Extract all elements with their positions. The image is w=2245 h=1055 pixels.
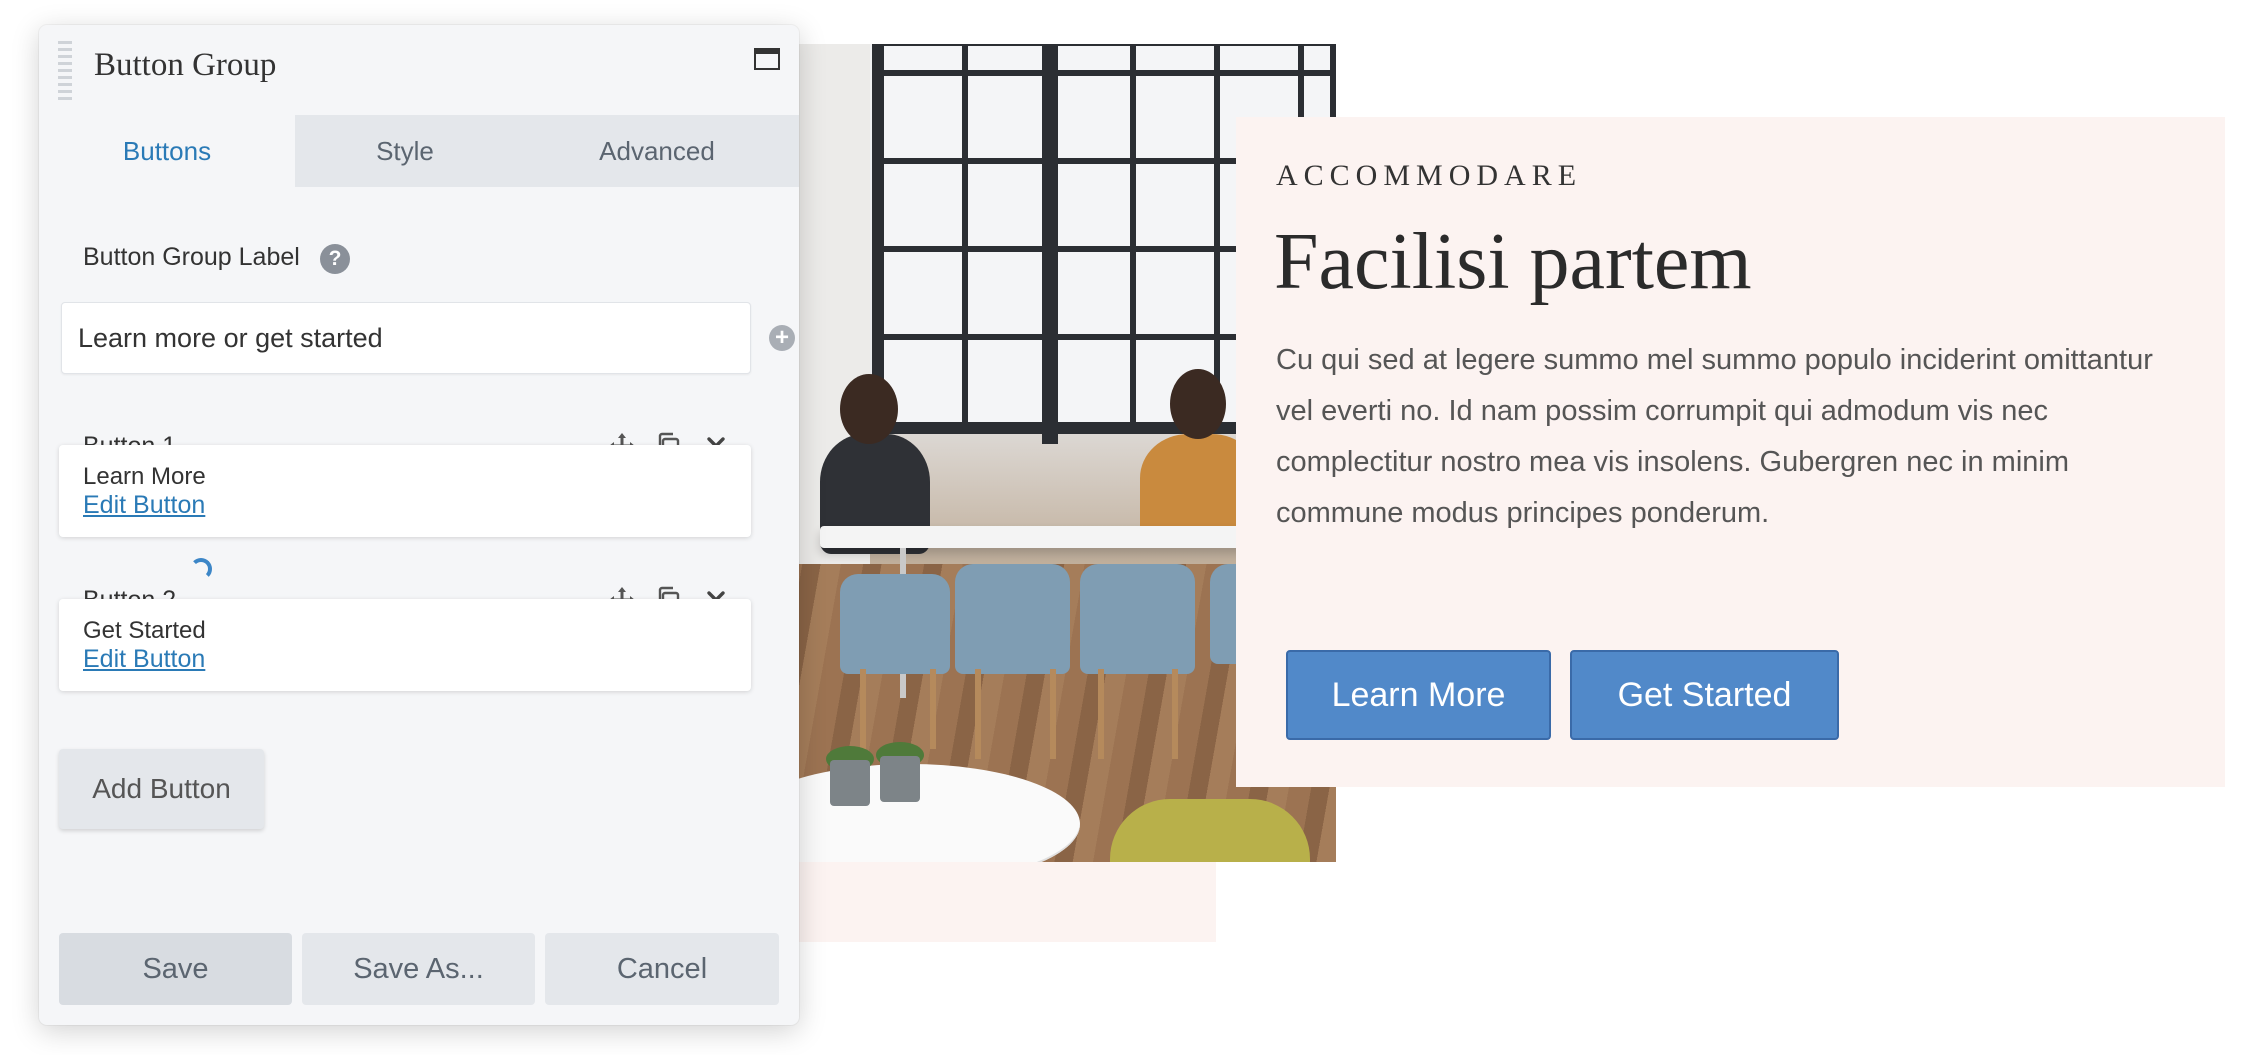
tab-style[interactable]: Style [295,115,515,187]
save-button[interactable]: Save [59,933,292,1005]
edit-button-1-link[interactable]: Edit Button [83,491,727,519]
headline: Facilisi partem [1274,218,1752,306]
panel-header[interactable]: Button Group [39,25,799,115]
button-group-settings-panel: Button Group Buttons Style Advanced Butt… [39,25,799,1025]
eyebrow-text: ACCOMMODARE [1276,159,1583,192]
cancel-button[interactable]: Cancel [545,933,779,1005]
button-group-label-heading: Button Group Label [83,243,300,271]
learn-more-button[interactable]: Learn More [1286,650,1551,740]
edit-button-2-link[interactable]: Edit Button [83,645,727,673]
button-2-text: Get Started [83,617,206,644]
drag-handle-icon[interactable] [58,41,72,101]
add-button[interactable]: Add Button [59,749,264,829]
button-group-label-input[interactable]: Learn more or get started [61,302,751,374]
panel-title: Button Group [94,47,277,83]
button-2-card: Get Started Edit Button [59,599,751,691]
help-icon[interactable]: ? [320,244,350,274]
connect-icon[interactable]: + [769,325,795,351]
button-1-card: Learn More Edit Button [59,445,751,537]
tab-advanced[interactable]: Advanced [515,115,799,187]
tab-buttons[interactable]: Buttons [39,115,295,187]
content-card: ACCOMMODARE Facilisi partem Cu qui sed a… [1236,117,2225,787]
button-1-text: Learn More [83,463,206,490]
get-started-button[interactable]: Get Started [1570,650,1839,740]
maximize-icon[interactable] [754,48,780,70]
body-text: Cu qui sed at legere summo mel summo pop… [1276,344,2153,529]
tab-bar: Buttons Style Advanced [39,115,799,187]
save-as-button[interactable]: Save As... [302,933,535,1005]
spinner-icon [190,558,212,580]
